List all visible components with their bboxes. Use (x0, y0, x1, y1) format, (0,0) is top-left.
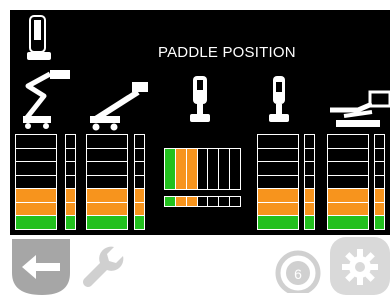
bar-segment (327, 161, 369, 176)
bar-segment (15, 134, 57, 149)
bar-segment (374, 201, 385, 216)
bar-segment (86, 188, 128, 203)
bar-segment (65, 134, 76, 149)
bar-segment (374, 174, 385, 189)
bar-segment (304, 161, 315, 176)
bar-segment (65, 201, 76, 216)
vertical-bar-right2-main (327, 134, 369, 230)
vertical-bar-right1-side (304, 134, 315, 230)
bar-segment (327, 201, 369, 216)
paddle-side-icon (269, 76, 289, 122)
page-title: PADDLE POSITION (158, 44, 296, 61)
bar-segment (15, 201, 57, 216)
bar-segment (304, 188, 315, 203)
bar-segment (257, 161, 299, 176)
bar-segment (15, 215, 57, 230)
bar-segment (257, 201, 299, 216)
bar-segment (304, 201, 315, 216)
bar-segment (229, 148, 241, 190)
bar-segment (86, 161, 128, 176)
bar-segment (134, 134, 145, 149)
bar-segment (304, 134, 315, 149)
bar-segment (134, 188, 145, 203)
bar-segment (15, 174, 57, 189)
bar-segment (65, 174, 76, 189)
bar-segment (327, 147, 369, 162)
wrench-button[interactable] (76, 241, 132, 293)
settings-button[interactable] (330, 237, 390, 295)
bar-segment (374, 188, 385, 203)
bar-segment (374, 147, 385, 162)
bar-segment (15, 147, 57, 162)
paddle-front-icon (190, 76, 210, 122)
bar-segment (327, 174, 369, 189)
bar-segment (134, 147, 145, 162)
bar-segment (374, 161, 385, 176)
bar-segment (304, 147, 315, 162)
bar-segment (65, 161, 76, 176)
svg-text:6: 6 (294, 266, 302, 282)
back-button[interactable] (12, 239, 72, 295)
bar-segment (257, 134, 299, 149)
vertical-bar-right1-main (257, 134, 299, 230)
bar-segment (304, 174, 315, 189)
articulating-boom-lift-icon (23, 70, 70, 129)
vertical-bar-boom2-side (134, 134, 145, 230)
bottom-toolbar: 6 (0, 235, 390, 296)
bar-segment (327, 134, 369, 149)
bar-segment (65, 188, 76, 203)
bar-segment (86, 147, 128, 162)
bar-segment (229, 196, 241, 207)
bar-segment (327, 215, 369, 230)
bar-segment (86, 174, 128, 189)
vertical-bar-boom2-main (86, 134, 128, 230)
bar-segment (374, 215, 385, 230)
bar-segment (257, 188, 299, 203)
bar-segment (65, 215, 76, 230)
bar-segment (327, 188, 369, 203)
bar-segment (374, 134, 385, 149)
bar-segment (257, 215, 299, 230)
vertical-bar-left-boom-main (15, 134, 57, 230)
scissor-lift-icon (330, 90, 390, 127)
gear-icon (342, 249, 378, 285)
bar-segment (257, 174, 299, 189)
bar-segment (86, 134, 128, 149)
bar-segment (134, 215, 145, 230)
bar-segment (15, 188, 57, 203)
unlock-button[interactable]: 6 (268, 243, 328, 293)
horizontal-bar-main (164, 148, 241, 190)
vertical-bar-left-boom-side (65, 134, 76, 230)
paddle-position-screen: PADDLE POSITION (10, 10, 390, 235)
bar-segment (15, 161, 57, 176)
bar-segment (134, 201, 145, 216)
bar-segment (86, 215, 128, 230)
telescopic-boom-lift-icon (90, 82, 148, 131)
bar-segment (65, 147, 76, 162)
paddle-joystick-icon (27, 15, 51, 60)
bar-segment (134, 161, 145, 176)
vertical-bar-right2-side (374, 134, 385, 230)
bar-segment (134, 174, 145, 189)
horizontal-bar-secondary (164, 196, 241, 207)
bar-segment (257, 147, 299, 162)
bar-segment (304, 215, 315, 230)
bar-segment (86, 201, 128, 216)
